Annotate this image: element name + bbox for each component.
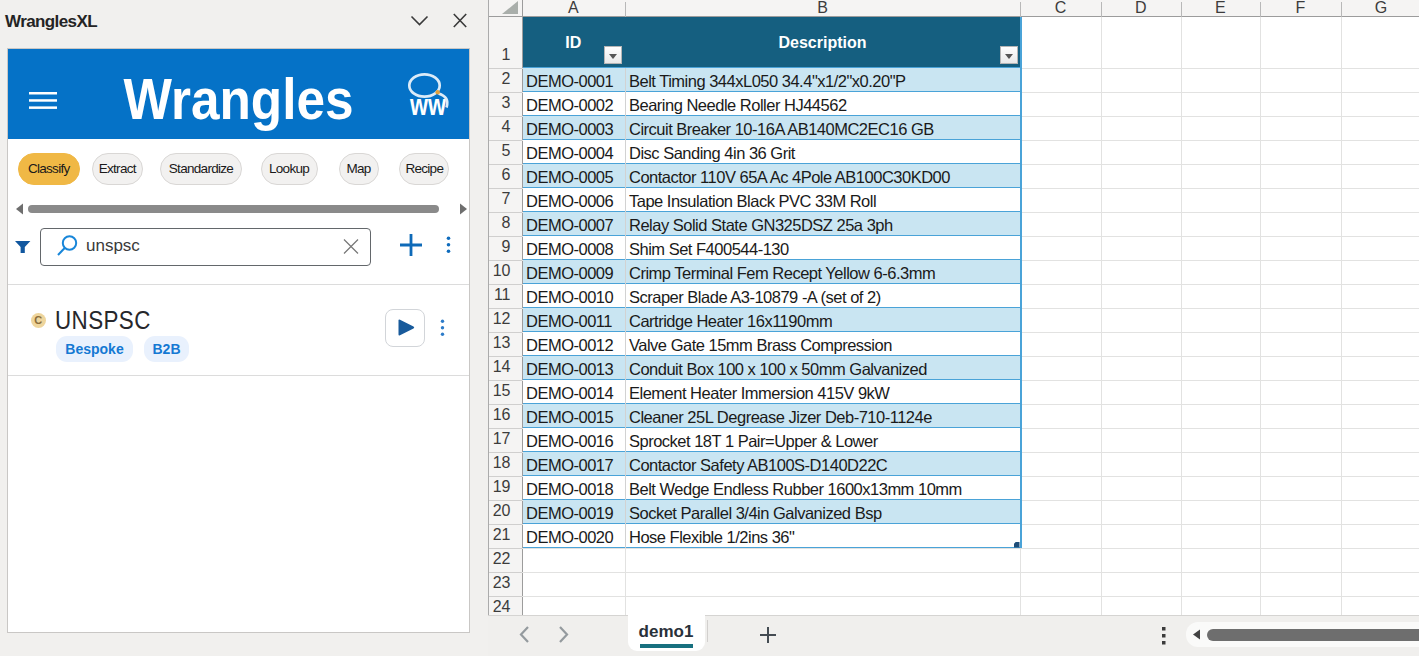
svg-text:ww: ww xyxy=(409,88,446,119)
